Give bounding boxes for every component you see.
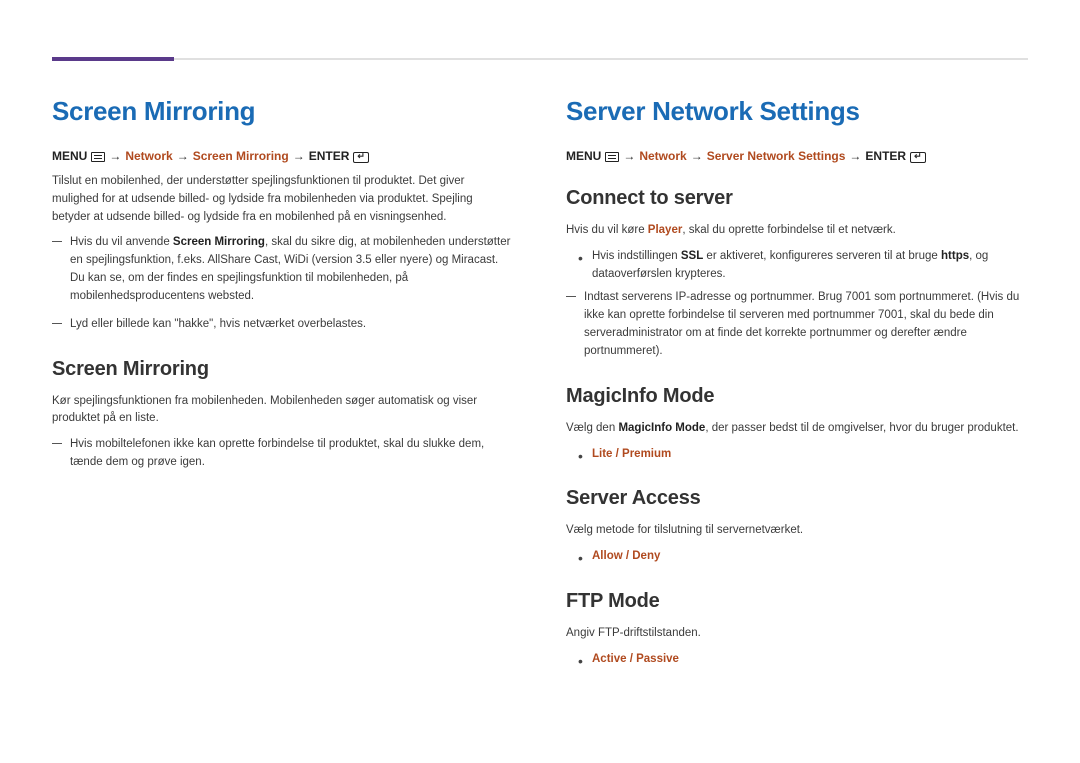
access-options: Allow / Deny xyxy=(566,548,1028,566)
connect-bullets: Hvis indstillingen SSL er aktiveret, kon… xyxy=(566,248,1028,284)
enter-icon xyxy=(353,152,369,163)
breadcrumb-right: MENU → Network → Server Network Settings… xyxy=(566,149,1028,163)
breadcrumb-network: Network xyxy=(639,149,686,163)
heading-server-network: Server Network Settings xyxy=(566,96,1028,127)
top-rule xyxy=(52,58,1028,60)
menu-icon xyxy=(605,152,619,162)
breadcrumb-enter-label: ENTER xyxy=(865,149,906,163)
breadcrumb-server-network: Server Network Settings xyxy=(707,149,846,163)
breadcrumb-arrow: → xyxy=(109,149,121,163)
breadcrumb-screen-mirroring: Screen Mirroring xyxy=(193,149,289,163)
intro-paragraph: Tilslut en mobilenhed, der understøtter … xyxy=(52,173,514,226)
breadcrumb-menu-label: MENU xyxy=(52,149,87,163)
magicinfo-text: , der passer bedst til de omgivelser, hv… xyxy=(705,422,1018,434)
breadcrumb-arrow: → xyxy=(177,149,189,163)
sub-notes-list: Hvis mobiltelefonen ikke kan oprette for… xyxy=(52,436,514,472)
connect-notes: Indtast serverens IP-adresse og portnumm… xyxy=(566,289,1028,360)
breadcrumb-arrow: → xyxy=(849,149,861,163)
magicinfo-highlight: MagicInfo Mode xyxy=(618,422,705,434)
note-item: Lyd eller billede kan "hakke", hvis netv… xyxy=(66,316,514,334)
option-active-passive: Active / Passive xyxy=(592,653,679,665)
breadcrumb-enter-label: ENTER xyxy=(309,149,350,163)
magicinfo-options: Lite / Premium xyxy=(566,446,1028,464)
connect-text: Hvis du vil køre xyxy=(566,224,648,236)
breadcrumb-left: MENU → Network → Screen Mirroring → ENTE… xyxy=(52,149,514,163)
left-column: Screen Mirroring MENU → Network → Screen… xyxy=(52,96,514,675)
breadcrumb-arrow: → xyxy=(623,149,635,163)
option-lite-premium: Lite / Premium xyxy=(592,448,671,460)
breadcrumb-menu-label: MENU xyxy=(566,149,601,163)
option-item: Active / Passive xyxy=(592,651,1028,669)
sub-paragraph: Kør spejlingsfunktionen fra mobilenheden… xyxy=(52,393,514,429)
access-paragraph: Vælg metode for tilslutning til serverne… xyxy=(566,522,1028,540)
bullet-text: Hvis indstillingen xyxy=(592,250,681,262)
magicinfo-paragraph: Vælg den MagicInfo Mode, der passer beds… xyxy=(566,420,1028,438)
bullet-text: er aktiveret, konfigureres serveren til … xyxy=(703,250,941,262)
note-item: Hvis mobiltelefonen ikke kan oprette for… xyxy=(66,436,514,472)
magicinfo-text: Vælg den xyxy=(566,422,618,434)
note-item: Indtast serverens IP-adresse og portnumm… xyxy=(580,289,1028,360)
note-text: Hvis du vil anvende xyxy=(70,236,173,248)
subheading-server-access: Server Access xyxy=(566,487,1028,510)
subheading-connect: Connect to server xyxy=(566,187,1028,210)
enter-icon xyxy=(910,152,926,163)
breadcrumb-arrow: → xyxy=(691,149,703,163)
right-column: Server Network Settings MENU → Network →… xyxy=(566,96,1028,675)
bullet-highlight-https: https xyxy=(941,250,969,262)
connect-paragraph: Hvis du vil køre Player, skal du oprette… xyxy=(566,222,1028,240)
note-highlight: Screen Mirroring xyxy=(173,236,265,248)
note-item: Hvis du vil anvende Screen Mirroring, sk… xyxy=(66,234,514,305)
subheading-magicinfo: MagicInfo Mode xyxy=(566,385,1028,408)
connect-highlight-player: Player xyxy=(648,224,683,236)
subheading-ftp: FTP Mode xyxy=(566,590,1028,613)
option-item: Lite / Premium xyxy=(592,446,1028,464)
top-rule-accent xyxy=(52,57,174,61)
columns: Screen Mirroring MENU → Network → Screen… xyxy=(52,96,1028,675)
bullet-highlight-ssl: SSL xyxy=(681,250,703,262)
breadcrumb-arrow: → xyxy=(293,149,305,163)
breadcrumb-network: Network xyxy=(125,149,172,163)
connect-text: , skal du oprette forbindelse til et net… xyxy=(682,224,896,236)
option-allow-deny: Allow / Deny xyxy=(592,550,660,562)
page: Screen Mirroring MENU → Network → Screen… xyxy=(0,0,1080,675)
menu-icon xyxy=(91,152,105,162)
subheading-screen-mirroring: Screen Mirroring xyxy=(52,358,514,381)
bullet-item: Hvis indstillingen SSL er aktiveret, kon… xyxy=(592,248,1028,284)
notes-list: Hvis du vil anvende Screen Mirroring, sk… xyxy=(52,234,514,333)
heading-screen-mirroring: Screen Mirroring xyxy=(52,96,514,127)
ftp-options: Active / Passive xyxy=(566,651,1028,669)
ftp-paragraph: Angiv FTP-driftstilstanden. xyxy=(566,625,1028,643)
option-item: Allow / Deny xyxy=(592,548,1028,566)
